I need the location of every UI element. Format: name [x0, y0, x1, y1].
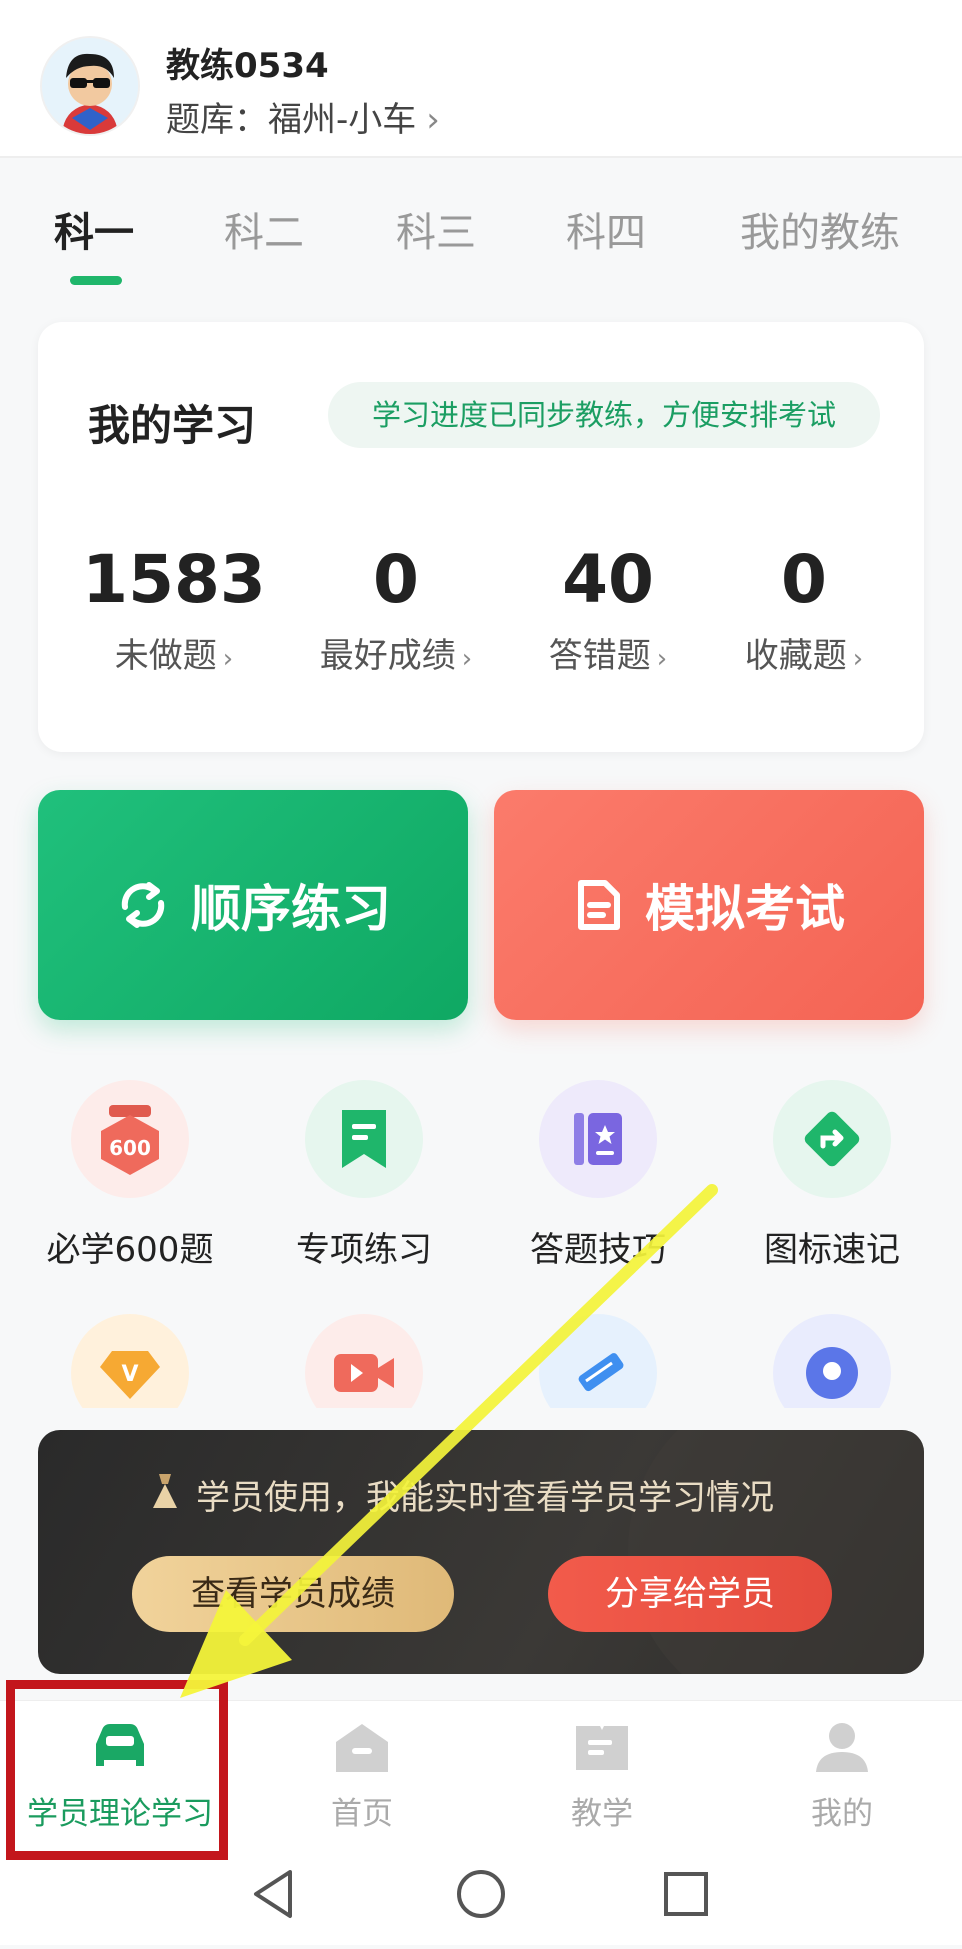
- coach-name: 教练0534: [166, 46, 329, 86]
- share-to-students-button[interactable]: 分享给学员: [548, 1556, 832, 1632]
- avatar-image: [42, 38, 138, 134]
- stat-wrong[interactable]: 40 答错题 ›: [498, 540, 718, 677]
- pencil-icon: [539, 1314, 657, 1408]
- tab-subject-3[interactable]: 科三: [396, 200, 476, 258]
- question-bank-selector[interactable]: 题库：福州-小车 ›: [166, 92, 440, 141]
- vip-diamond-icon: V: [71, 1314, 189, 1408]
- nav-label: 首页: [331, 1796, 393, 1832]
- document-icon: [573, 877, 625, 933]
- video-icon: [305, 1314, 423, 1408]
- medal-icon: [150, 1472, 180, 1516]
- back-icon[interactable]: [254, 1870, 292, 1918]
- feature-topic-practice[interactable]: 专项练习: [254, 1080, 474, 1271]
- chevron-right-icon: ›: [426, 100, 440, 140]
- view-student-scores-button[interactable]: 查看学员成绩: [132, 1556, 454, 1632]
- red-highlight-box: [6, 1680, 228, 1860]
- user-icon: [816, 1723, 868, 1772]
- stat-value: 40: [562, 541, 654, 618]
- avatar[interactable]: [40, 36, 140, 136]
- subject-tabs: 科一 科二 科三 科四 我的教练: [0, 200, 962, 290]
- star-book-icon: [539, 1080, 657, 1198]
- stat-undone[interactable]: 1583 未做题 ›: [64, 540, 284, 677]
- nav-label: 教学: [571, 1796, 633, 1832]
- profile-header: [0, 0, 962, 158]
- stat-value: 0: [373, 541, 419, 618]
- feature-must-learn-600[interactable]: 600 必学600题: [20, 1080, 240, 1271]
- mock-exam-button[interactable]: 模拟考试: [494, 790, 924, 1020]
- banner-text: 学员使用，我能实时查看学员学习情况: [196, 1478, 774, 1518]
- sequential-practice-button[interactable]: 顺序练习: [38, 790, 468, 1020]
- question-bank-label: 题库：福州-小车: [166, 100, 417, 140]
- feature-label: 必学600题: [46, 1230, 214, 1270]
- my-study-title: 我的学习: [88, 401, 257, 450]
- stat-label: 收藏题: [744, 636, 847, 676]
- tab-my-coach[interactable]: 我的教练: [740, 200, 900, 258]
- feature-location[interactable]: [722, 1314, 942, 1408]
- stat-label: 答错题: [548, 636, 651, 676]
- feature-sign-memorize[interactable]: 图标速记: [722, 1080, 942, 1271]
- active-tab-indicator: [70, 276, 122, 285]
- sync-note-badge: 学习进度已同步教练，方便安排考试: [328, 382, 880, 448]
- feature-label: 图标速记: [764, 1230, 900, 1270]
- nav-label: 我的: [811, 1796, 873, 1832]
- stat-label: 最好成绩: [319, 636, 456, 676]
- stat-value: 1583: [82, 541, 266, 618]
- mock-exam-label: 模拟考试: [645, 880, 845, 938]
- location-icon: [773, 1314, 891, 1408]
- tab-subject-2[interactable]: 科二: [224, 200, 304, 258]
- road-sign-icon: [773, 1080, 891, 1198]
- feature-vip[interactable]: V: [20, 1314, 240, 1408]
- badge-600-icon: 600: [71, 1080, 189, 1198]
- vip-badge-text: V: [121, 1362, 138, 1387]
- home-circle-icon[interactable]: [457, 1870, 505, 1918]
- chevron-right-icon: ›: [852, 644, 864, 674]
- stat-label: 未做题: [114, 636, 217, 676]
- stat-value: 0: [781, 541, 827, 618]
- cycle-icon: [115, 877, 171, 933]
- bookmark-icon: [305, 1080, 423, 1198]
- badge-600-text: 600: [109, 1136, 151, 1160]
- feature-row-2: V: [0, 1312, 962, 1408]
- chevron-right-icon: ›: [222, 644, 234, 674]
- chevron-right-icon: ›: [656, 644, 668, 674]
- feature-exercise[interactable]: [488, 1314, 708, 1408]
- system-navigation-bar: [0, 1850, 962, 1945]
- nav-mine[interactable]: 我的: [742, 1720, 942, 1833]
- book-icon: [576, 1726, 628, 1770]
- tab-subject-4[interactable]: 科四: [566, 200, 646, 258]
- home-icon: [336, 1724, 388, 1772]
- stat-best-score[interactable]: 0 最好成绩 ›: [286, 540, 506, 677]
- nav-teaching[interactable]: 教学: [502, 1720, 702, 1833]
- recents-square-icon[interactable]: [664, 1872, 708, 1916]
- feature-video[interactable]: [254, 1314, 474, 1408]
- chevron-right-icon: ›: [461, 644, 473, 674]
- feature-answer-tips[interactable]: 答题技巧: [488, 1080, 708, 1271]
- sequential-practice-label: 顺序练习: [191, 880, 391, 938]
- tab-subject-1[interactable]: 科一: [54, 200, 134, 258]
- student-promo-banner: [38, 1430, 924, 1674]
- feature-label: 答题技巧: [530, 1230, 666, 1270]
- stat-favorites[interactable]: 0 收藏题 ›: [694, 540, 914, 677]
- feature-label: 专项练习: [296, 1230, 432, 1270]
- nav-home[interactable]: 首页: [262, 1720, 462, 1833]
